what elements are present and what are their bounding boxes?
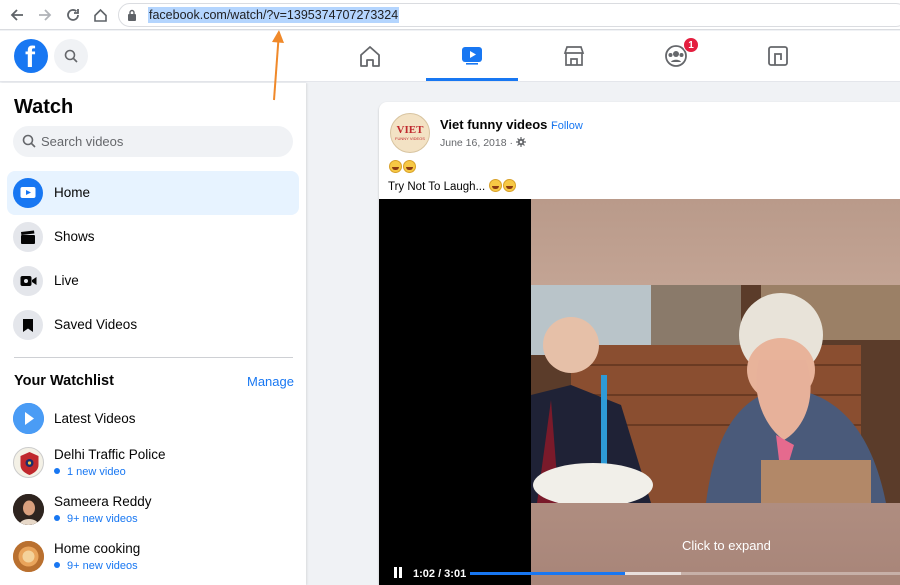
camera-icon: [13, 266, 43, 296]
tab-groups[interactable]: 1: [630, 31, 722, 81]
arrow-left-icon: [10, 9, 23, 21]
reload-button[interactable]: [62, 4, 84, 26]
watchlist-item-home-cooking[interactable]: Home cooking 9+ new videos: [13, 539, 298, 583]
tab-home[interactable]: [324, 31, 416, 81]
watch-play-icon: [13, 178, 43, 208]
watchlist-name: Latest Videos: [54, 411, 136, 426]
clapperboard-icon: [13, 222, 43, 252]
tab-gaming[interactable]: [732, 31, 824, 81]
watchlist-item-delhi-traffic-police[interactable]: Delhi Traffic Police 1 new video: [13, 445, 298, 489]
watchlist-name: Sameera Reddy: [54, 494, 152, 509]
bookmark-icon: [13, 310, 43, 340]
video-post: VIET FUNNY VIDEOS Viet funny videos · Fo…: [379, 102, 900, 585]
page-avatar[interactable]: VIET FUNNY VIDEOS: [390, 113, 430, 153]
lock-icon: [128, 9, 136, 21]
video-controls: 1:02 / 3:01: [379, 561, 900, 585]
laughing-emoji-icon: [403, 160, 416, 173]
watchlist-heading: Your Watchlist: [14, 373, 114, 389]
avatar: [13, 447, 44, 478]
page-name-link[interactable]: Viet funny videos ·: [440, 117, 555, 132]
facebook-logo[interactable]: f: [14, 39, 48, 74]
search-placeholder: Search videos: [41, 134, 124, 149]
new-video-count: 9+ new videos: [54, 513, 138, 525]
new-video-count: 1 new video: [54, 466, 126, 478]
sidebar-item-saved-videos[interactable]: Saved Videos: [7, 303, 299, 347]
sidebar-item-label: Home: [54, 185, 91, 200]
avatar-subtext: FUNNY VIDEOS: [395, 136, 425, 141]
sidebar-item-label: Saved Videos: [54, 317, 138, 332]
page-name: Viet funny videos: [440, 117, 548, 132]
post-caption: Try Not To Laugh...: [388, 179, 517, 193]
page-title: Watch: [14, 96, 74, 118]
avatar: [13, 541, 44, 572]
progress-played: [470, 572, 625, 575]
gear-icon: [515, 137, 526, 147]
follow-button[interactable]: Follow: [551, 120, 583, 132]
video-thumbnail: [531, 285, 900, 503]
notification-badge: 1: [683, 37, 699, 53]
laughing-emoji-icon: [389, 160, 402, 173]
search-icon: [22, 134, 36, 148]
gaming-icon: [768, 46, 788, 66]
divider: [14, 357, 293, 358]
new-video-count: 9+ new videos: [54, 560, 138, 572]
facebook-top-nav: f 1: [0, 31, 900, 82]
emoji-line: [388, 158, 416, 174]
play-circle-icon: [13, 403, 44, 434]
watchlist-name: Home cooking: [54, 541, 141, 556]
home-button[interactable]: [89, 4, 111, 26]
annotation-arrow: [272, 30, 284, 101]
avatar-text: VIET: [396, 124, 424, 136]
manage-link[interactable]: Manage: [247, 374, 294, 389]
marketplace-icon: [563, 46, 585, 66]
expand-button[interactable]: Click to expand: [682, 538, 771, 553]
progress-bar[interactable]: [470, 572, 900, 575]
video-player[interactable]: Click to expand 1:02 / 3:01: [379, 199, 900, 585]
reload-icon: [67, 9, 79, 21]
post-date-text: June 16, 2018 ·: [440, 137, 516, 149]
sidebar-item-label: Live: [54, 273, 79, 288]
laughing-emoji-icon: [489, 179, 503, 192]
watchlist-item-latest-videos[interactable]: Latest Videos: [13, 401, 298, 445]
url-text[interactable]: facebook.com/watch/?v=1395374707273324: [148, 7, 400, 23]
forward-button[interactable]: [34, 4, 56, 26]
tab-watch[interactable]: [426, 31, 518, 81]
pause-icon[interactable]: [393, 567, 403, 578]
tab-marketplace[interactable]: [528, 31, 620, 81]
video-time: 1:02 / 3:01: [413, 568, 467, 580]
sidebar-item-live[interactable]: Live: [7, 259, 299, 303]
sidebar-item-home[interactable]: Home: [7, 171, 299, 215]
laughing-emoji-icon: [503, 179, 517, 192]
facebook-f-icon: f: [25, 41, 35, 74]
search-button[interactable]: [54, 39, 88, 73]
caption-text: Try Not To Laugh...: [388, 181, 489, 193]
search-icon: [64, 49, 78, 63]
sidebar-item-label: Shows: [54, 229, 95, 244]
video-frame: [531, 199, 900, 585]
address-bar[interactable]: facebook.com/watch/?v=1395374707273324: [118, 3, 900, 27]
browser-toolbar: facebook.com/watch/?v=1395374707273324: [0, 0, 900, 30]
back-button[interactable]: [6, 4, 28, 26]
search-videos-input[interactable]: Search videos: [13, 126, 293, 157]
house-icon: [360, 46, 380, 67]
arrow-right-icon: [39, 9, 52, 21]
sidebar-item-shows[interactable]: Shows: [7, 215, 299, 259]
avatar: [13, 494, 44, 525]
watch-play-icon: [462, 46, 482, 65]
watchlist-item-sameera-reddy[interactable]: Sameera Reddy 9+ new videos: [13, 492, 298, 536]
watch-sidebar: Watch Search videos Home Shows Live Save…: [0, 83, 306, 585]
house-icon: [93, 8, 107, 22]
post-date[interactable]: June 16, 2018 ·: [440, 137, 526, 149]
watchlist-name: Delhi Traffic Police: [54, 447, 166, 462]
